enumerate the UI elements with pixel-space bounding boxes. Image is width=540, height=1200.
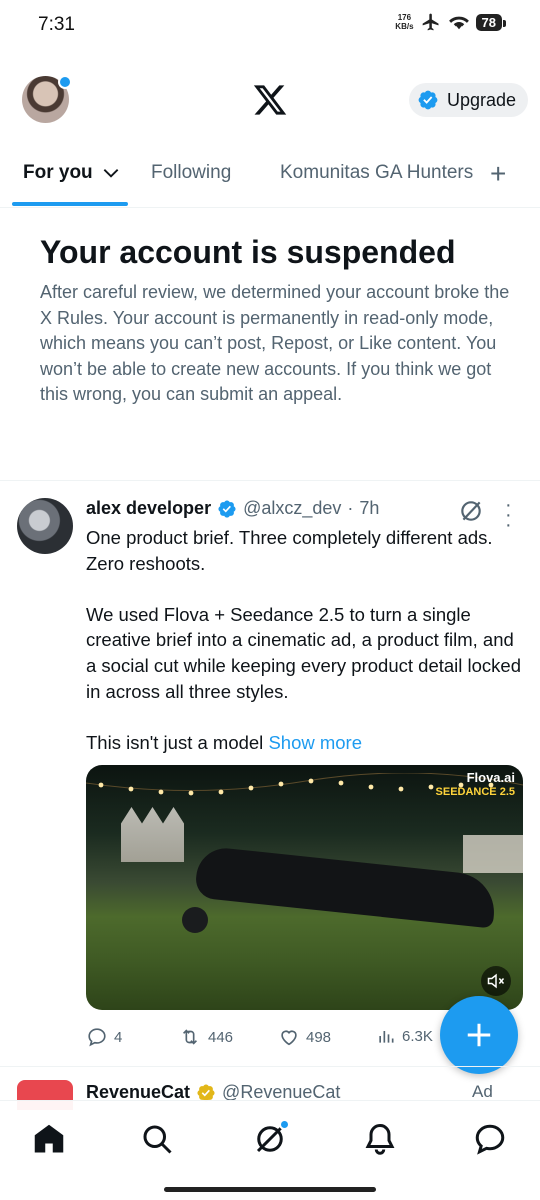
repost-button[interactable]: 446 xyxy=(178,1026,233,1048)
seedance-brand: SEEDANCE 2.5 xyxy=(435,786,515,798)
mute-button[interactable] xyxy=(481,966,511,996)
notification-dot xyxy=(279,1119,290,1130)
add-tab-plus-icon[interactable]: + xyxy=(490,158,506,190)
volume-muted-icon xyxy=(487,973,505,989)
battery-indicator: 78 xyxy=(475,13,507,31)
home-icon xyxy=(34,1124,64,1153)
video-watermark: Flova.ai SEEDANCE 2.5 xyxy=(436,771,515,799)
nav-notifications[interactable] xyxy=(362,1121,398,1157)
like-button[interactable]: 498 xyxy=(278,1026,331,1048)
tweet-video[interactable]: Flova.ai SEEDANCE 2.5 xyxy=(86,765,523,1010)
tab-label: For you xyxy=(23,162,93,183)
active-tab-indicator xyxy=(12,202,128,206)
suspension-body: After careful review, we determined your… xyxy=(40,282,510,405)
show-more-link[interactable]: Show more xyxy=(268,732,362,753)
divider xyxy=(0,1066,540,1067)
verified-badge-icon xyxy=(418,90,438,110)
compose-post-button[interactable] xyxy=(440,996,518,1074)
divider xyxy=(0,480,540,481)
repost-count: 446 xyxy=(208,1028,234,1046)
views-button[interactable]: 6.3K xyxy=(376,1026,433,1046)
notification-dot xyxy=(58,75,72,89)
status-icons: 176 KB/s 78 xyxy=(395,12,507,32)
tweet-last-line: This isn't just a model Show more xyxy=(86,730,526,756)
tab-for-you[interactable]: For you xyxy=(23,162,121,184)
video-subject-head xyxy=(182,907,208,933)
network-speed: 176 KB/s xyxy=(395,13,413,31)
ad-label: Ad xyxy=(472,1082,493,1101)
reply-button[interactable]: 4 xyxy=(86,1026,122,1048)
bottom-navigation xyxy=(0,1100,540,1200)
tweet-paragraph: We used Flova + Seedance 2.5 to turn a s… xyxy=(86,603,521,702)
tweet-time[interactable]: 7h xyxy=(359,498,379,519)
system-home-indicator[interactable] xyxy=(164,1187,376,1192)
video-subject xyxy=(194,845,498,929)
app-header: Upgrade xyxy=(0,60,540,140)
views-count: 6.3K xyxy=(402,1027,433,1045)
tweet-header: alex developer @alxcz_dev · 7h xyxy=(86,498,379,519)
tweet-author-avatar[interactable] xyxy=(17,498,73,554)
timeline-tabs: For you Following Komunitas GA Hunters + xyxy=(0,150,540,208)
upgrade-button[interactable]: Upgrade xyxy=(408,83,528,117)
flova-brand: Flova.ai xyxy=(466,770,515,785)
grok-icon[interactable] xyxy=(458,498,484,524)
reply-icon xyxy=(88,1028,106,1047)
tweet-separator: · xyxy=(347,498,354,518)
suspension-notice: Your account is suspended After careful … xyxy=(40,232,510,408)
tweet-text: One product brief. Three completely diff… xyxy=(86,525,526,755)
nav-search[interactable] xyxy=(139,1121,175,1157)
nav-home[interactable] xyxy=(31,1121,67,1157)
profile-avatar-button[interactable] xyxy=(22,75,72,123)
status-time: 7:31 xyxy=(38,14,75,35)
status-bar: 7:31 176 KB/s 78 xyxy=(0,0,540,52)
video-table xyxy=(463,835,523,873)
bell-icon xyxy=(365,1123,395,1155)
like-count: 498 xyxy=(306,1028,332,1046)
repost-icon xyxy=(182,1029,198,1045)
verified-badge-icon xyxy=(218,499,236,518)
views-bar-chart-icon xyxy=(379,1031,394,1043)
upgrade-label: Upgrade xyxy=(446,89,516,110)
plus-icon xyxy=(467,1023,491,1047)
search-icon xyxy=(143,1125,172,1154)
tab-following[interactable]: Following xyxy=(151,162,231,184)
network-speed-unit: KB/s xyxy=(395,22,414,31)
chat-bubble-icon xyxy=(475,1124,505,1155)
tweet-truncated-text: This isn't just a model xyxy=(86,731,264,753)
airplane-mode-icon xyxy=(422,13,439,31)
network-speed-value: 176 xyxy=(397,13,412,22)
nav-grok[interactable] xyxy=(252,1119,290,1157)
video-tent xyxy=(121,807,184,862)
chevron-down-icon xyxy=(103,169,118,178)
reply-count: 4 xyxy=(114,1028,123,1046)
tab-komunitas-ga-hunters[interactable]: Komunitas GA Hunters xyxy=(280,162,502,184)
tweet-author-name[interactable]: alex developer xyxy=(86,498,211,519)
tweet-author-handle[interactable]: @alxcz_dev xyxy=(243,498,341,519)
tweet-paragraph: One product brief. Three completely diff… xyxy=(86,527,493,574)
wifi-icon xyxy=(448,16,469,30)
x-logo-icon xyxy=(253,85,287,115)
suspension-title: Your account is suspended xyxy=(40,234,456,270)
heart-icon xyxy=(281,1030,297,1046)
nav-messages[interactable] xyxy=(472,1121,508,1157)
